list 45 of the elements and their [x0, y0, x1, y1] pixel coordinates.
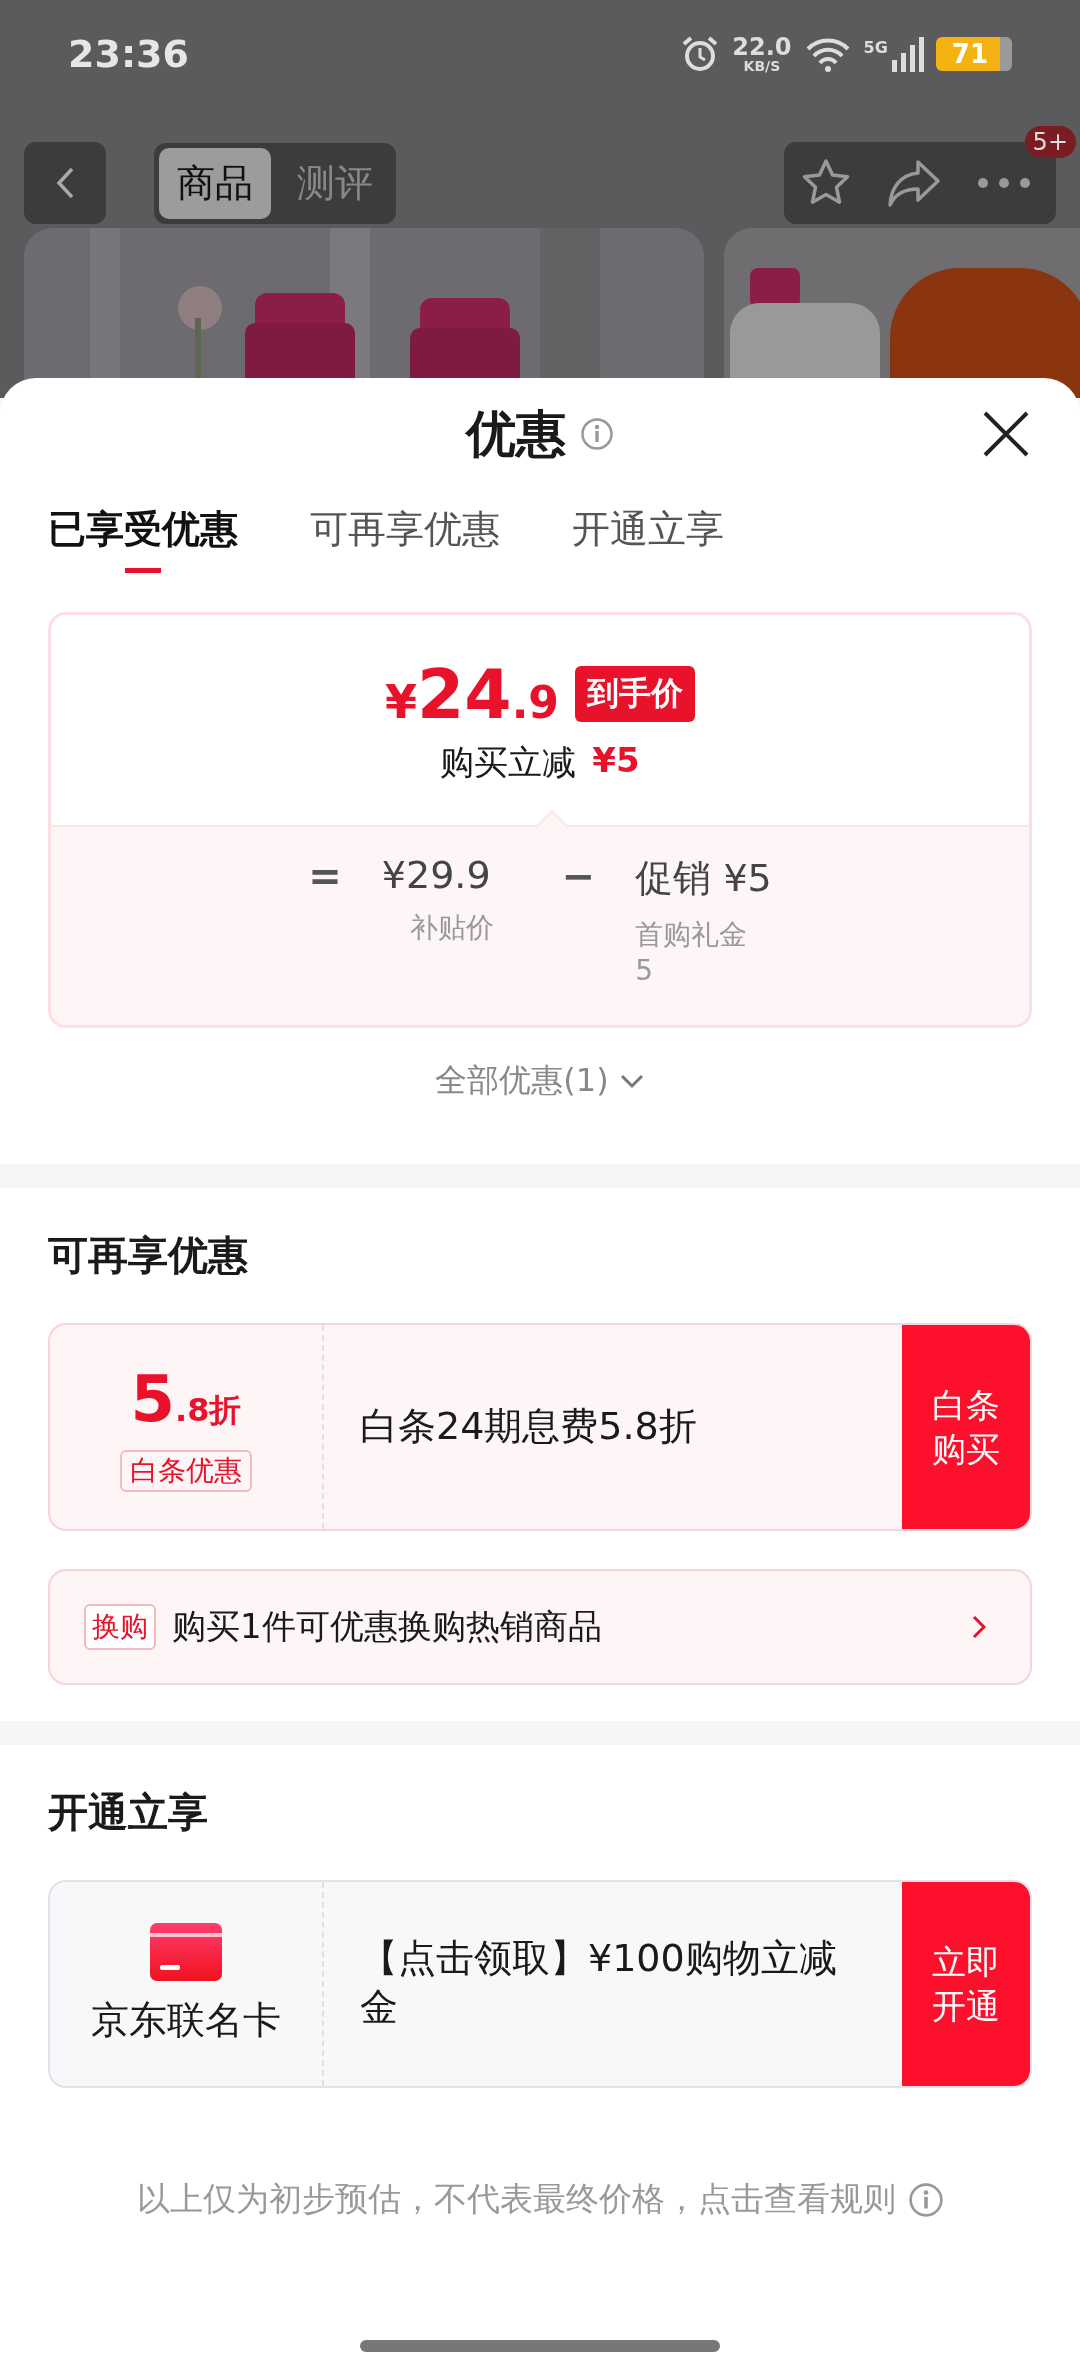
- credit-card-icon: [150, 1922, 222, 1981]
- offer-tab[interactable]: 可再享优惠: [310, 490, 500, 573]
- info-icon[interactable]: [907, 2181, 944, 2218]
- operator: −: [561, 853, 596, 899]
- offer-tab[interactable]: 开通立享: [572, 490, 724, 573]
- term-label: 补贴价: [408, 910, 495, 946]
- sheet-title: 优惠: [466, 403, 566, 465]
- offer-description: 【点击领取】¥100购物立减金: [359, 1935, 838, 2032]
- section-title: 开通立享: [48, 1788, 209, 1837]
- status-time: 23:36: [68, 32, 189, 76]
- share-icon[interactable]: [886, 158, 942, 208]
- final-price: ¥24.9: [385, 654, 559, 734]
- chevron-down-icon: [618, 1073, 645, 1089]
- all-offers-link[interactable]: 全部优惠(1): [429, 1058, 651, 1104]
- offer-action-button[interactable]: 立即开通: [902, 1882, 1030, 2086]
- exchange-row[interactable]: 换购 购买1件可优惠换购热销商品: [48, 1569, 1032, 1685]
- offer-description: 白条24期息费5.8折: [359, 1403, 698, 1451]
- offer-tag: 白条优惠: [120, 1450, 252, 1492]
- discount-rate: 5.8折: [130, 1362, 242, 1436]
- close-icon[interactable]: [982, 410, 1030, 458]
- saving-value: ¥5: [592, 739, 640, 782]
- chevron-left-icon: [55, 166, 75, 200]
- offer-tab[interactable]: 已享受优惠: [48, 490, 238, 573]
- signal-icon: [889, 36, 924, 72]
- section-title: 可再享优惠: [48, 1231, 249, 1280]
- page-tab[interactable]: 商品: [159, 147, 271, 219]
- exchange-text: 购买1件可优惠换购热销商品: [172, 1605, 603, 1648]
- network-type: 5G: [863, 38, 888, 57]
- price-tag: 到手价: [575, 666, 695, 722]
- offer-action-button[interactable]: 白条购买: [902, 1325, 1030, 1529]
- exchange-tag: 换购: [84, 1604, 156, 1650]
- term-label: 首购礼金 5: [635, 917, 749, 987]
- term-value: 促销 ¥5: [635, 855, 772, 902]
- info-icon[interactable]: [580, 417, 614, 451]
- card-name: 京东联名卡: [91, 1996, 281, 2044]
- chevron-right-icon: [972, 1615, 986, 1639]
- battery-indicator: 71: [935, 37, 1012, 71]
- net-speed: 22.0: [732, 35, 792, 59]
- saving-label: 购买立减: [440, 740, 577, 784]
- more-icon[interactable]: [976, 176, 1032, 190]
- net-speed-unit: KB/S: [743, 59, 781, 73]
- back-button[interactable]: [24, 142, 106, 224]
- term-value: ¥29.9: [381, 853, 491, 897]
- operator: =: [308, 853, 342, 899]
- notification-badge: 5+: [1024, 126, 1076, 158]
